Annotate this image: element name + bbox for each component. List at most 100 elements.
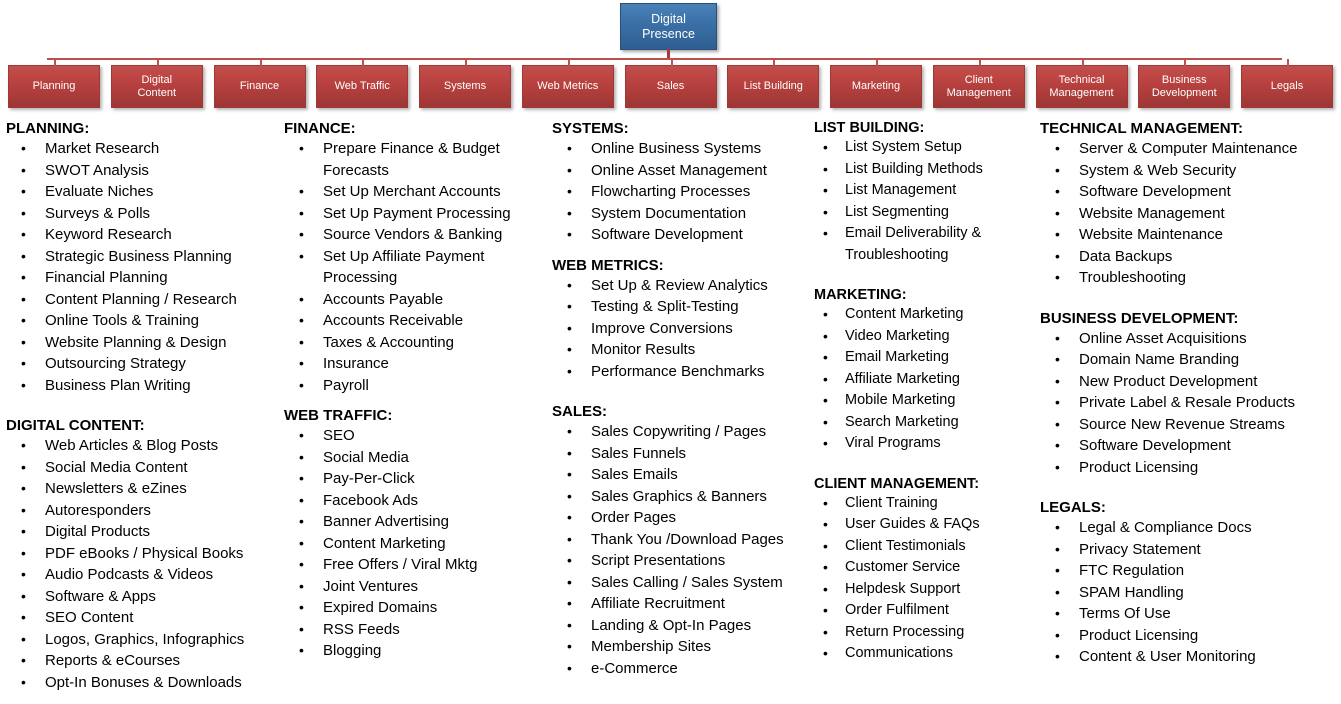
node-sales[interactable]: Sales	[624, 65, 717, 108]
node-planning[interactable]: Planning	[8, 65, 100, 108]
node-technical-management[interactable]: Technical Management	[1035, 65, 1128, 108]
list-item: Client Testimonials	[814, 536, 1040, 558]
list-item: Sales Calling / Sales System	[552, 572, 814, 594]
list-finance: Prepare Finance & Budget ForecastsSet Up…	[284, 138, 546, 396]
list-item: SWOT Analysis	[6, 160, 274, 182]
column-systems-web-metrics-sales: SYSTEMS: Online Business SystemsOnline A…	[552, 120, 814, 679]
list-item: Communications	[814, 643, 1040, 665]
org-chart: Digital Presence Planning Digital Content F…	[0, 0, 1341, 118]
node-label: Technical Management	[1049, 74, 1113, 100]
list-item: Web Articles & Blog Posts	[6, 435, 274, 457]
list-item: Landing & Opt-In Pages	[552, 615, 814, 637]
list-item: Online Tools & Training	[6, 310, 274, 332]
list-item: PDF eBooks / Physical Books	[6, 543, 274, 565]
connector-leg	[465, 59, 467, 66]
list-item: Legal & Compliance Docs	[1040, 517, 1341, 539]
list-sales: Sales Copywriting / PagesSales FunnelsSa…	[552, 421, 814, 679]
section-title-business-development: BUSINESS DEVELOPMENT:	[1040, 309, 1239, 327]
list-item: RSS Feeds	[284, 619, 546, 641]
list-item: Blogging	[284, 640, 546, 662]
list-item: Business Plan Writing	[6, 375, 274, 397]
list-item: Testing & Split-Testing	[552, 296, 814, 318]
list-item: Outsourcing Strategy	[6, 353, 274, 375]
section-client-management: CLIENT MANAGEMENT: Client TrainingUser G…	[814, 476, 1040, 665]
section-title-technical-management: TECHNICAL MANAGEMENT:	[1040, 120, 1244, 137]
section-title-web-traffic: WEB TRAFFIC:	[284, 407, 393, 424]
list-item: Prepare Finance & Budget Forecasts	[284, 138, 546, 181]
connector-leg	[260, 59, 262, 66]
list-item: Newsletters & eZines	[6, 478, 274, 500]
section-systems: SYSTEMS: Online Business SystemsOnline A…	[552, 120, 814, 246]
list-item: e-Commerce	[552, 658, 814, 680]
node-label-line1: Business	[1161, 73, 1207, 86]
root-node-label-line2: Presence	[642, 26, 695, 41]
node-systems[interactable]: Systems	[419, 65, 511, 108]
node-label-line1: Digital	[141, 73, 173, 86]
connector-leg	[54, 59, 56, 66]
list-business-development: Online Asset AcquisitionsDomain Name Bra…	[1040, 328, 1341, 479]
node-digital-content[interactable]: Digital Content	[110, 65, 203, 108]
node-label: Digital Content	[137, 74, 176, 100]
node-label-line2: Development	[1151, 86, 1217, 99]
connector-leg	[671, 59, 673, 66]
node-business-development[interactable]: Business Development	[1138, 65, 1231, 108]
node-label-line2: Management	[1049, 86, 1114, 99]
list-technical-management: Server & Computer MaintenanceSystem & We…	[1040, 138, 1341, 289]
list-item: Software Development	[1040, 181, 1341, 203]
list-item: Software Development	[552, 224, 814, 246]
list-item: Accounts Receivable	[284, 310, 546, 332]
node-label-line1: Technical	[1058, 73, 1105, 86]
list-item: Sales Graphics & Banners	[552, 486, 814, 508]
node-marketing[interactable]: Marketing	[830, 65, 922, 108]
connector-leg	[362, 59, 364, 66]
node-label-line1: Planning	[32, 80, 76, 92]
list-item: Search Marketing	[814, 412, 1040, 434]
node-finance[interactable]: Finance	[213, 65, 306, 108]
list-item: SEO	[284, 425, 546, 447]
connector-leg	[979, 59, 981, 66]
node-web-metrics[interactable]: Web Metrics	[521, 65, 614, 108]
connector-leg	[876, 59, 878, 66]
connector-leg	[1287, 59, 1289, 66]
node-label: Web Traffic	[335, 80, 390, 93]
list-digital-content: Web Articles & Blog PostsSocial Media Co…	[6, 435, 274, 693]
node-web-traffic[interactable]: Web Traffic	[316, 65, 409, 108]
list-item: Online Asset Acquisitions	[1040, 328, 1341, 350]
list-item: Helpdesk Support	[814, 579, 1040, 601]
list-item: Sales Copywriting / Pages	[552, 421, 814, 443]
list-item: Strategic Business Planning	[6, 246, 274, 268]
connector-leg	[1184, 59, 1186, 66]
list-item: Set Up Merchant Accounts	[284, 181, 546, 203]
list-item: Terms Of Use	[1040, 603, 1341, 625]
list-legals: Legal & Compliance DocsPrivacy Statement…	[1040, 517, 1341, 668]
list-item: Source Vendors & Banking	[284, 224, 546, 246]
node-legals[interactable]: Legals	[1241, 65, 1333, 108]
list-item: System Documentation	[552, 203, 814, 225]
node-label: Systems	[444, 80, 486, 93]
content-columns: PLANNING: Market ResearchSWOT AnalysisEv…	[0, 120, 1341, 704]
node-label: Sales	[657, 80, 685, 93]
list-item: Performance Benchmarks	[552, 361, 814, 383]
node-list-building[interactable]: List Building	[727, 65, 820, 108]
connector-leg	[1082, 59, 1084, 66]
list-item: Email Marketing	[814, 347, 1040, 369]
node-label-line1: Web Metrics	[537, 80, 599, 92]
root-node-digital-presence[interactable]: Digital Presence	[620, 3, 717, 50]
list-item: List Management	[814, 180, 1040, 202]
node-label-line2: Content	[137, 86, 177, 99]
section-title-planning: PLANNING:	[6, 120, 90, 137]
node-client-management[interactable]: Client Management	[932, 65, 1025, 108]
section-list-building: LIST BUILDING: List System SetupList Bui…	[814, 120, 1040, 266]
connector-leg	[568, 59, 570, 66]
list-item: New Product Development	[1040, 371, 1341, 393]
list-item: Private Label & Resale Products	[1040, 392, 1341, 414]
list-item: Affiliate Marketing	[814, 369, 1040, 391]
list-item: List Segmenting	[814, 202, 1040, 224]
list-item: Social Media Content	[6, 457, 274, 479]
list-item: Payroll	[284, 375, 546, 397]
list-item: Script Presentations	[552, 550, 814, 572]
